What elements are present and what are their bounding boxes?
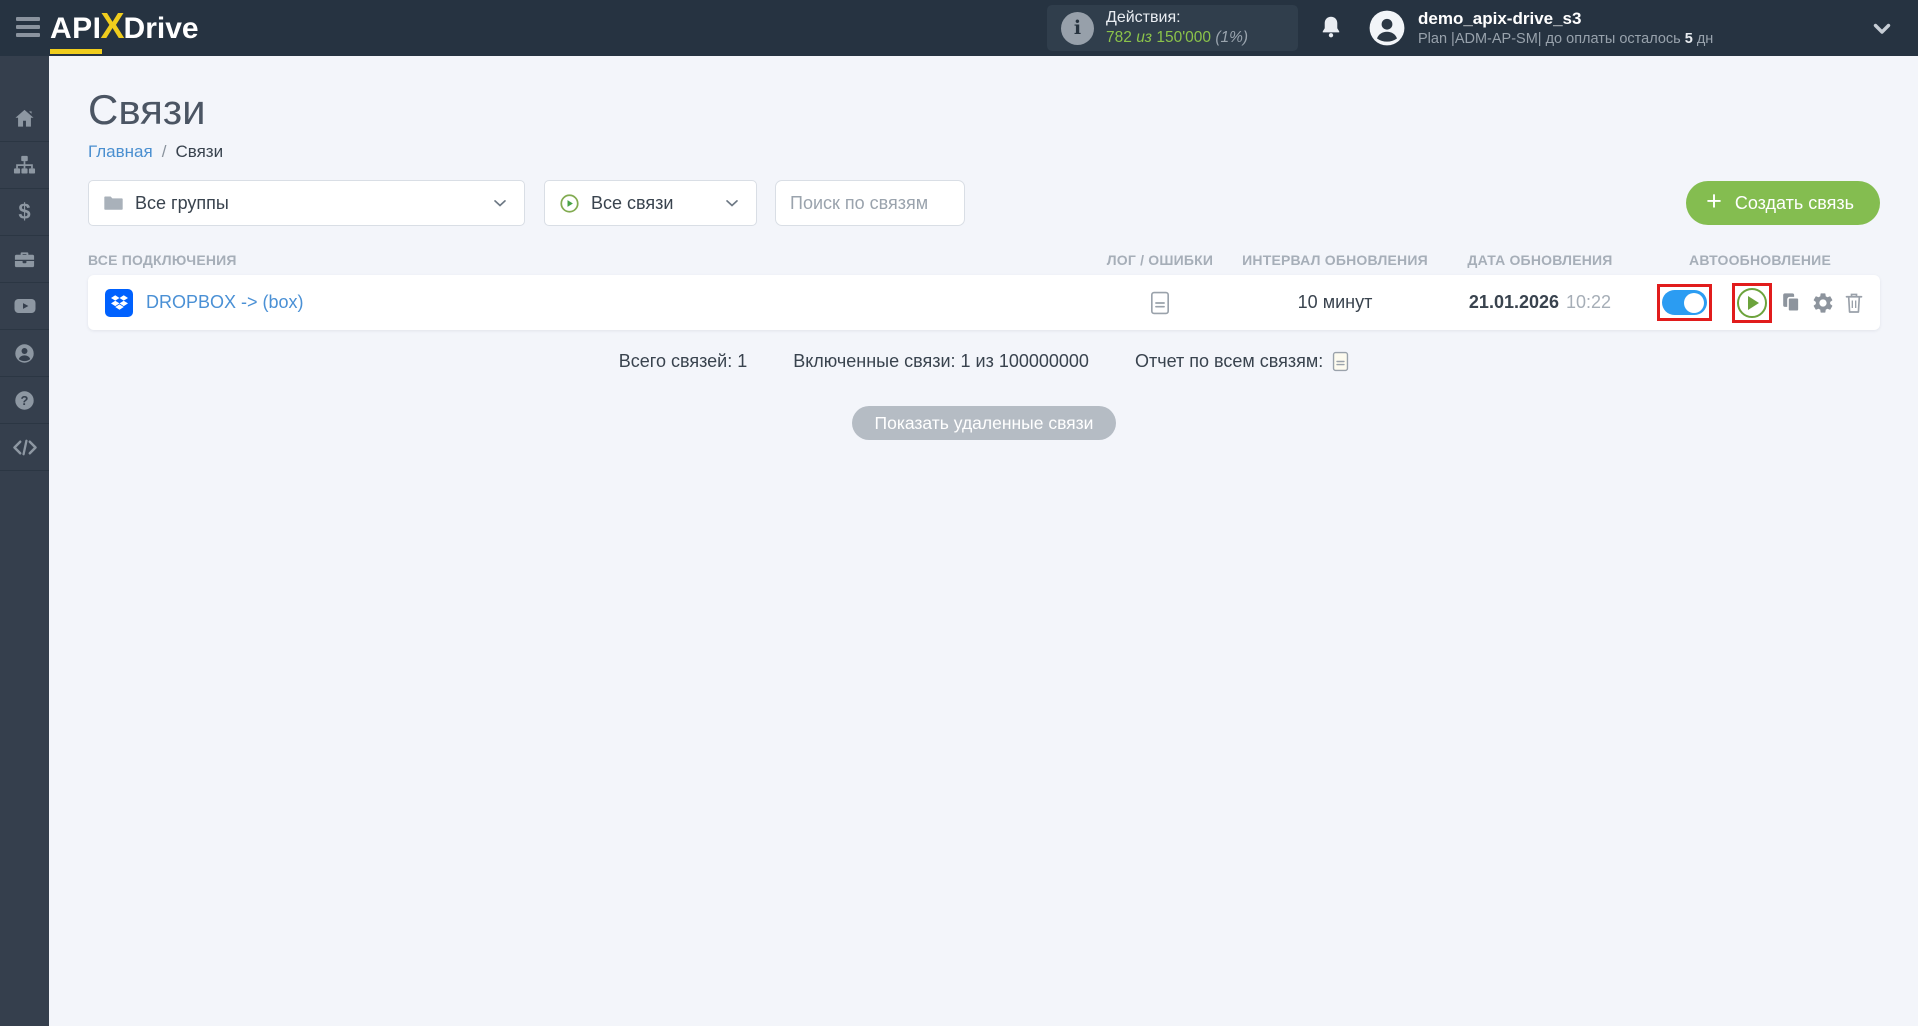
user-plan: Plan |ADM-AP-SM| до оплаты осталось 5 дн: [1418, 31, 1714, 48]
table-row: DROPBOX -> (box) 10 минут 21.01.2026 10:…: [88, 275, 1880, 330]
annotation-box-toggle: [1656, 284, 1712, 321]
home-icon: [15, 109, 34, 127]
autoupdate-toggle[interactable]: [1661, 290, 1707, 315]
column-header-connections: ВСЕ ПОДКЛЮЧЕНИЯ: [88, 252, 237, 268]
summary-enabled: Включенные связи: 1 из 100000000: [793, 351, 1089, 371]
dropbox-icon: [105, 288, 133, 317]
delete-trash-icon[interactable]: [1844, 291, 1864, 315]
run-now-button[interactable]: [1736, 287, 1767, 318]
user-menu-chevron-down-icon[interactable]: [1869, 17, 1895, 41]
sidebar-item-video[interactable]: [0, 283, 49, 330]
topbar: API X Drive i Действия: 782 из 150'000 (1%…: [0, 0, 1918, 56]
column-header-date: ДАТА ОБНОВЛЕНИЯ: [1467, 252, 1613, 268]
connections-icon: [13, 155, 36, 174]
logo-part-api: API: [50, 12, 102, 54]
actions-counter: i Действия: 782 из 150'000 (1%): [1047, 5, 1298, 51]
filters-row: Все группы Все связи + Создать связь: [88, 180, 1880, 226]
sidebar-item-api[interactable]: [0, 424, 49, 471]
video-icon: [14, 299, 35, 313]
folder-icon: [104, 196, 123, 210]
help-icon: ?: [15, 390, 34, 410]
play-icon: [1748, 295, 1759, 310]
chevron-down-icon: [494, 200, 506, 207]
connection-link[interactable]: DROPBOX -> (box): [146, 292, 304, 313]
groups-dropdown-value: Все группы: [135, 192, 229, 213]
create-link-button[interactable]: + Создать связь: [1686, 181, 1880, 225]
chevron-down-icon: [726, 200, 738, 207]
column-header-autoupdate: АВТООБНОВЛЕНИЕ: [1689, 252, 1831, 268]
column-header-interval: ИНТЕРВАЛ ОБНОВЛЕНИЯ: [1242, 252, 1428, 268]
table-header: ВСЕ ПОДКЛЮЧЕНИЯ ЛОГ / ОШИБКИ ИНТЕРВАЛ ОБ…: [88, 252, 1880, 268]
breadcrumb-current: Связи: [175, 142, 224, 161]
sidebar: $ ?: [0, 56, 49, 1026]
account-icon: [15, 343, 34, 363]
links-dropdown-value: Все связи: [591, 192, 674, 213]
column-header-log: ЛОГ / ОШИБКИ: [1106, 252, 1214, 268]
show-deleted-links-button[interactable]: Показать удаленные связи: [851, 406, 1117, 440]
actions-label: Действия:: [1106, 9, 1181, 27]
sidebar-item-connections[interactable]: [0, 142, 49, 189]
summary-row: Всего связей: 1 Включенные связи: 1 из 1…: [88, 351, 1880, 372]
notifications-bell-icon[interactable]: [1318, 13, 1344, 41]
user-name: demo_apix-drive_s3: [1418, 9, 1582, 28]
actions-usage: 782 из 150'000 (1%): [1106, 29, 1249, 47]
breadcrumb: Главная / Связи: [88, 142, 1880, 162]
log-document-icon[interactable]: [1150, 291, 1170, 315]
settings-gear-icon[interactable]: [1811, 291, 1835, 315]
main-content: Связи Главная / Связи Все группы Все свя…: [49, 56, 1918, 1026]
update-date: 21.01.2026 10:22: [1468, 292, 1612, 312]
user-avatar[interactable]: [1368, 9, 1406, 47]
briefcase-icon: [14, 251, 35, 267]
groups-dropdown[interactable]: Все группы: [88, 180, 525, 226]
sidebar-item-help[interactable]: ?: [0, 377, 49, 424]
sidebar-item-home[interactable]: [0, 95, 49, 142]
info-icon[interactable]: i: [1061, 11, 1094, 45]
plus-icon: +: [1706, 186, 1722, 216]
user-info: demo_apix-drive_s3 Plan |ADM-AP-SM| до о…: [1418, 8, 1713, 49]
breadcrumb-separator: /: [161, 142, 167, 161]
links-status-dropdown[interactable]: Все связи: [544, 180, 757, 226]
billing-icon: $: [18, 201, 30, 224]
summary-report: Отчет по всем связям:: [1135, 351, 1349, 372]
logo-part-drive: Drive: [123, 12, 199, 45]
breadcrumb-home-link[interactable]: Главная: [88, 142, 153, 162]
sidebar-item-services[interactable]: [0, 236, 49, 283]
svg-text:?: ?: [21, 392, 29, 407]
copy-icon[interactable]: [1781, 291, 1802, 314]
sidebar-item-account[interactable]: [0, 330, 49, 377]
report-document-icon[interactable]: [1332, 351, 1349, 372]
code-icon: [12, 439, 37, 455]
play-circle-icon: [560, 193, 579, 213]
logo-part-x: X: [100, 5, 125, 46]
annotation-box-play: [1731, 282, 1772, 323]
summary-total: Всего связей: 1: [618, 351, 748, 371]
update-interval: 10 минут: [1297, 292, 1373, 312]
apixdrive-logo[interactable]: API X Drive: [50, 8, 199, 54]
hamburger-menu-icon[interactable]: [16, 17, 40, 39]
svg-text:$: $: [18, 201, 30, 224]
page-title: Связи: [88, 86, 206, 133]
search-input[interactable]: [775, 180, 965, 226]
sidebar-item-billing[interactable]: $: [0, 189, 49, 236]
